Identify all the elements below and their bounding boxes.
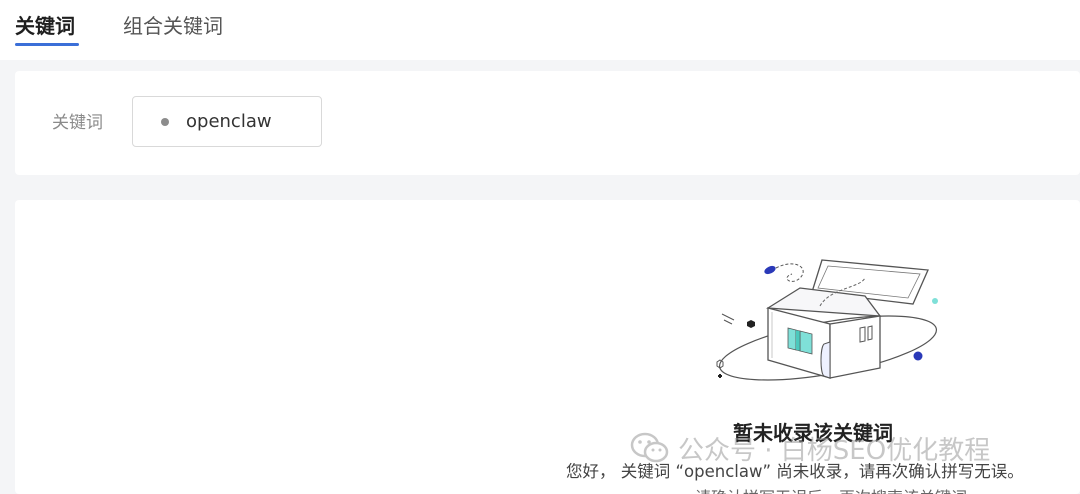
bullet-icon [161,118,169,126]
empty-state-description: 您好， 关键词 “openclaw” 尚未收录，请再次确认拼写无误。 [566,462,1024,481]
tab-active-indicator [15,43,79,46]
keyword-chip-text: openclaw [186,111,272,132]
keyword-filter-label: 关键词 [52,113,103,133]
tab-keyword[interactable]: 关键词 [15,12,75,40]
tab-bar: 关键词 组合关键词 [0,0,1080,60]
keyword-chip[interactable]: openclaw [132,96,322,147]
tab-combined-keyword[interactable]: 组合关键词 [123,12,223,40]
keyword-filter-panel: 关键词 openclaw [15,71,1080,175]
result-panel: 暂未收录该关键词 您好， 关键词 “openclaw” 尚未收录，请再次确认拼写… [15,200,1080,494]
empty-state-title: 暂未收录该关键词 [733,421,893,445]
empty-state-description-cont: 请确认拼写无误后，再次搜索该关键词 [695,488,967,494]
empty-box-illustration [716,259,938,381]
